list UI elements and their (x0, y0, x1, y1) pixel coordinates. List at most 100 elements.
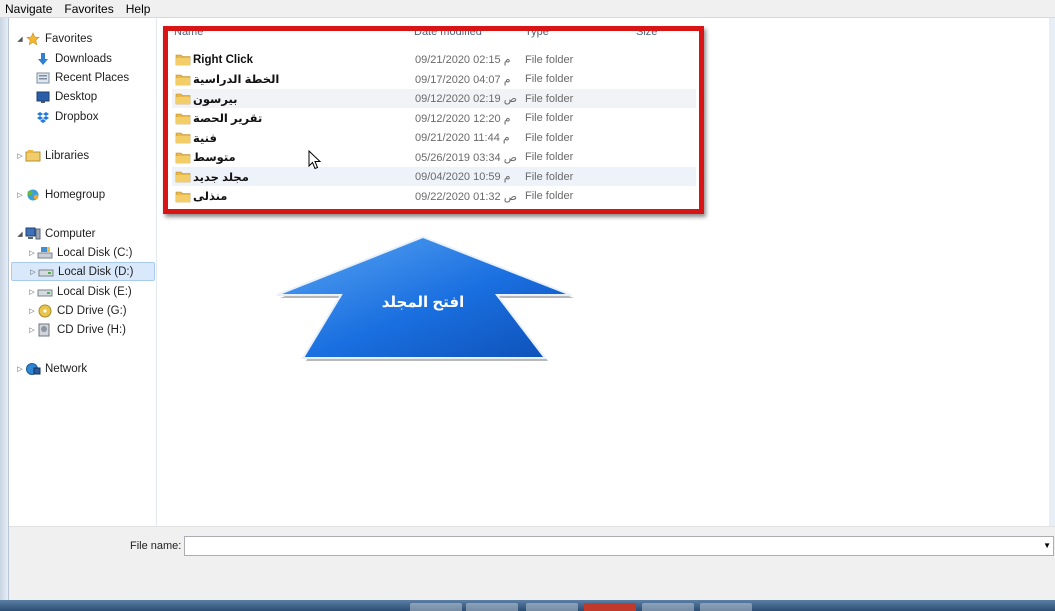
nav-computer[interactable]: ◢ Computer (15, 225, 96, 242)
collapsed-arrow-icon[interactable]: ▷ (27, 307, 37, 315)
folder-icon (175, 74, 191, 85)
menu-navigate[interactable]: Navigate (0, 2, 59, 16)
file-row[interactable]: منذلى 09/22/2020 01:32 ص File folder (172, 187, 696, 206)
nav-cd-drive-g[interactable]: ▷ CD Drive (G:) (27, 302, 127, 319)
taskbar-button[interactable] (584, 603, 636, 611)
file-date-modified: 09/04/2020 10:59 م (415, 171, 511, 183)
nav-recent-places[interactable]: Recent Places (35, 69, 129, 86)
window-right-edge (1049, 18, 1055, 538)
file-row[interactable]: مجلد جديد 09/04/2020 10:59 م File folder (172, 167, 696, 186)
nav-local-disk-c-label: Local Disk (C:) (57, 246, 133, 259)
dropdown-arrow-icon[interactable]: ▼ (1043, 541, 1051, 550)
nav-cd-drive-h[interactable]: ▷ CD Drive (H:) (27, 321, 126, 338)
collapsed-arrow-icon[interactable]: ▷ (15, 152, 25, 160)
collapsed-arrow-icon[interactable]: ▷ (28, 268, 38, 276)
file-type: File folder (525, 131, 574, 144)
nav-libraries[interactable]: ▷ Libraries (15, 147, 89, 164)
folder-icon (175, 113, 191, 124)
mouse-pointer-icon (308, 150, 322, 170)
navigation-pane: ◢ Favorites Downloads Recent Places Desk… (9, 18, 157, 526)
nav-recent-places-label: Recent Places (55, 71, 130, 84)
expanded-arrow-icon[interactable]: ◢ (15, 230, 25, 238)
nav-local-disk-c[interactable]: ▷ Local Disk (C:) (27, 244, 132, 261)
nav-cd-drive-g-label: CD Drive (G:) (57, 304, 127, 317)
recent-places-icon (35, 71, 51, 85)
menu-bar: Navigate Favorites Help (0, 0, 1055, 18)
window-left-edge (0, 18, 9, 600)
file-type: File folder (525, 53, 574, 66)
callout-label: افتح المجلد (381, 294, 465, 311)
file-date-modified: 09/21/2020 11:44 م (415, 132, 510, 144)
nav-homegroup-label: Homegroup (45, 188, 106, 201)
file-row[interactable]: Right Click 09/21/2020 02:15 م File fold… (172, 50, 696, 69)
nav-desktop[interactable]: Desktop (35, 88, 97, 105)
file-row[interactable]: تقرير الحصة 09/12/2020 12:20 م File fold… (172, 109, 696, 128)
star-icon (25, 31, 41, 46)
file-date-modified: 05/26/2019 03:34 ص (415, 151, 518, 164)
nav-favorites[interactable]: ◢ Favorites (15, 30, 92, 47)
column-headers: ▲ Name Date modified Type Size (157, 18, 1049, 38)
file-type: File folder (525, 92, 574, 105)
file-row[interactable]: فنية 09/21/2020 11:44 م File folder (172, 128, 696, 147)
file-date-modified: 09/21/2020 02:15 م (415, 54, 511, 66)
nav-homegroup[interactable]: ▷ Homegroup (15, 186, 105, 203)
file-date-modified: 09/22/2020 01:32 ص (415, 190, 518, 203)
nav-libraries-label: Libraries (45, 149, 90, 162)
column-size[interactable]: Size (636, 26, 657, 38)
collapsed-arrow-icon[interactable]: ▷ (15, 365, 25, 373)
file-row[interactable]: بيرسون 09/12/2020 02:19 ص File folder (172, 89, 696, 108)
nav-favorites-label: Favorites (45, 32, 93, 45)
file-name: فنية (193, 132, 217, 145)
folder-icon (175, 132, 191, 144)
file-name: مجلد جديد (193, 171, 249, 184)
taskbar-button[interactable] (526, 603, 578, 611)
nav-computer-label: Computer (45, 227, 96, 240)
expanded-arrow-icon[interactable]: ◢ (15, 35, 25, 43)
collapsed-arrow-icon[interactable]: ▷ (15, 191, 25, 199)
nav-local-disk-d[interactable]: ▷ Local Disk (D:) (11, 262, 155, 281)
folder-icon (175, 171, 191, 183)
taskbar-button[interactable] (466, 603, 518, 611)
collapsed-arrow-icon[interactable]: ▷ (27, 326, 37, 334)
file-type: File folder (525, 112, 574, 124)
file-name: Right Click (193, 53, 254, 66)
homegroup-icon (25, 188, 41, 202)
download-arrow-icon (35, 52, 51, 66)
file-name: منذلى (193, 191, 228, 203)
menu-help[interactable]: Help (121, 2, 158, 16)
nav-local-disk-e[interactable]: ▷ Local Disk (E:) (27, 283, 131, 300)
nav-cd-drive-h-label: CD Drive (H:) (57, 323, 126, 336)
taskbar-button[interactable] (700, 603, 752, 611)
file-row[interactable]: متوسط 05/26/2019 03:34 ص File folder (172, 148, 696, 167)
file-date-modified: 09/12/2020 12:20 م (415, 112, 511, 125)
nav-downloads[interactable]: Downloads (35, 50, 112, 67)
file-type: File folder (525, 151, 574, 163)
taskbar-button[interactable] (642, 603, 694, 611)
dropbox-icon (35, 110, 51, 124)
file-row[interactable]: الخطة الدراسية 09/17/2020 04:07 م File f… (172, 70, 696, 89)
column-name[interactable]: Name (174, 26, 203, 38)
cd-drive-icon (37, 304, 53, 318)
taskbar-button[interactable] (410, 603, 462, 611)
cd-drive-icon (37, 323, 53, 337)
nav-dropbox[interactable]: Dropbox (35, 108, 98, 125)
folder-icon (175, 54, 191, 66)
folder-icon (175, 152, 191, 163)
file-name: تقرير الحصة (193, 113, 263, 125)
file-name-input[interactable]: ▼ (184, 536, 1054, 556)
nav-network[interactable]: ▷ Network (15, 360, 87, 377)
file-type: File folder (525, 170, 574, 183)
folder-icon (175, 191, 191, 202)
collapsed-arrow-icon[interactable]: ▷ (27, 288, 37, 296)
drive-icon (38, 265, 54, 279)
collapsed-arrow-icon[interactable]: ▷ (27, 249, 37, 257)
file-date-modified: 09/12/2020 02:19 ص (415, 93, 518, 105)
network-icon (25, 362, 41, 376)
drive-icon (37, 285, 53, 299)
folder-icon (175, 93, 191, 105)
file-date-modified: 09/17/2020 04:07 م (415, 73, 511, 86)
menu-favorites[interactable]: Favorites (59, 2, 120, 16)
column-date-modified[interactable]: Date modified (414, 26, 482, 38)
column-type[interactable]: Type (525, 26, 549, 38)
file-name: متوسط (193, 152, 236, 164)
